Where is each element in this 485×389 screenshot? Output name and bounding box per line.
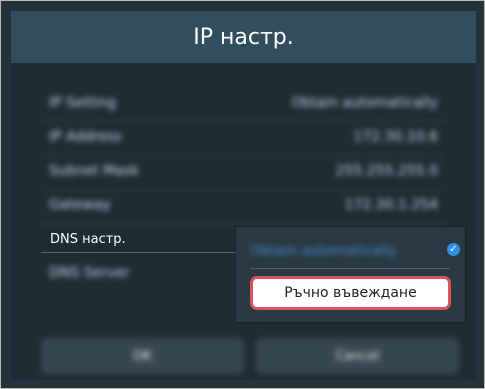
ip-setting-value: Obtain automatically xyxy=(291,95,438,111)
checkmark-icon: ✓ xyxy=(447,243,460,256)
dropdown-divider xyxy=(250,268,450,269)
dns-server-label: DNS Server xyxy=(49,265,130,281)
subnet-mask-row[interactable]: Subnet Mask 255.255.255.0 xyxy=(41,155,446,190)
ip-setting-row[interactable]: IP Setting Obtain automatically xyxy=(41,87,446,122)
ip-address-value: 172.30.10.6 xyxy=(353,129,438,145)
dns-divider xyxy=(41,252,246,253)
gateway-value: 172.30.1.254 xyxy=(344,197,438,213)
dns-option-auto[interactable]: Obtain automatically xyxy=(250,243,430,261)
cancel-label: Cancel xyxy=(335,348,380,364)
ok-button[interactable]: OK xyxy=(41,338,244,374)
ip-address-row[interactable]: IP Address 172.30.10.6 xyxy=(41,121,446,156)
ip-settings-dialog: IP настр. IP Setting Obtain automaticall… xyxy=(0,0,485,389)
gateway-row[interactable]: Gateway 172.30.1.254 xyxy=(41,189,446,224)
dns-server-row[interactable]: DNS Server xyxy=(41,257,236,291)
ip-address-label: IP Address xyxy=(49,129,122,145)
page-title-text: IP настр. xyxy=(193,24,294,50)
subnet-mask-label: Subnet Mask xyxy=(49,163,140,179)
dns-dropdown[interactable]: Obtain automatically ✓ Ръчно въвеждане xyxy=(236,227,465,322)
dns-option-manual[interactable]: Ръчно въвеждане xyxy=(250,276,451,310)
subnet-mask-value: 255.255.255.0 xyxy=(335,163,438,179)
ok-label: OK xyxy=(133,348,152,364)
gateway-label: Gateway xyxy=(49,197,111,213)
ip-setting-label: IP Setting xyxy=(49,95,117,111)
dns-option-manual-label: Ръчно въвеждане xyxy=(284,285,417,301)
cancel-button[interactable]: Cancel xyxy=(256,338,459,374)
page-title: IP настр. xyxy=(11,11,476,63)
dns-setting-label: DNS настр. xyxy=(50,232,126,247)
